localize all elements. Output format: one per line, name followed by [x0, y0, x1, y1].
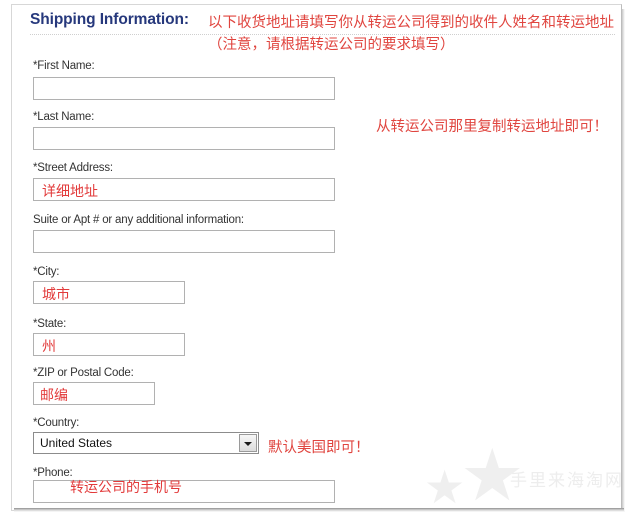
state-label: *State: [33, 318, 67, 330]
state-input[interactable] [33, 333, 185, 356]
phone-input[interactable] [33, 480, 335, 503]
first-name-input[interactable] [33, 77, 335, 100]
zip-label: *ZIP or Postal Code: [33, 367, 134, 379]
suite-apt-label: Suite or Apt # or any additional informa… [33, 214, 244, 226]
page-title: Shipping Information: [30, 11, 189, 28]
top-instruction-annotation: 以下收货地址请填写你从转运公司得到的收件人姓名和转运地址（注意，请根据转运公司的… [208, 15, 614, 53]
panel-shadow-bottom [14, 508, 624, 512]
last-name-label: *Last Name: [33, 111, 95, 123]
city-input[interactable] [33, 281, 185, 304]
first-name-label: *First Name: [33, 60, 95, 72]
country-selected-value: United States [40, 436, 113, 450]
city-label: *City: [33, 266, 60, 278]
phone-label: *Phone: [33, 467, 73, 479]
panel-shadow-right [622, 9, 625, 512]
chevron-down-icon[interactable] [239, 434, 257, 452]
country-instruction-annotation: 默认美国即可！ [268, 440, 370, 456]
street-instruction-annotation: 从转运公司那里复制转运地址即可！ [376, 119, 608, 135]
street-address-input[interactable] [33, 178, 335, 201]
shipping-information-page: Shipping Information: *First Name: *Last… [0, 0, 634, 526]
country-label: *Country: [33, 417, 80, 429]
street-address-label: *Street Address: [33, 162, 113, 174]
suite-apt-input[interactable] [33, 230, 335, 253]
last-name-input[interactable] [33, 127, 335, 150]
country-select[interactable]: United States [33, 432, 259, 454]
zip-input[interactable] [33, 382, 155, 405]
